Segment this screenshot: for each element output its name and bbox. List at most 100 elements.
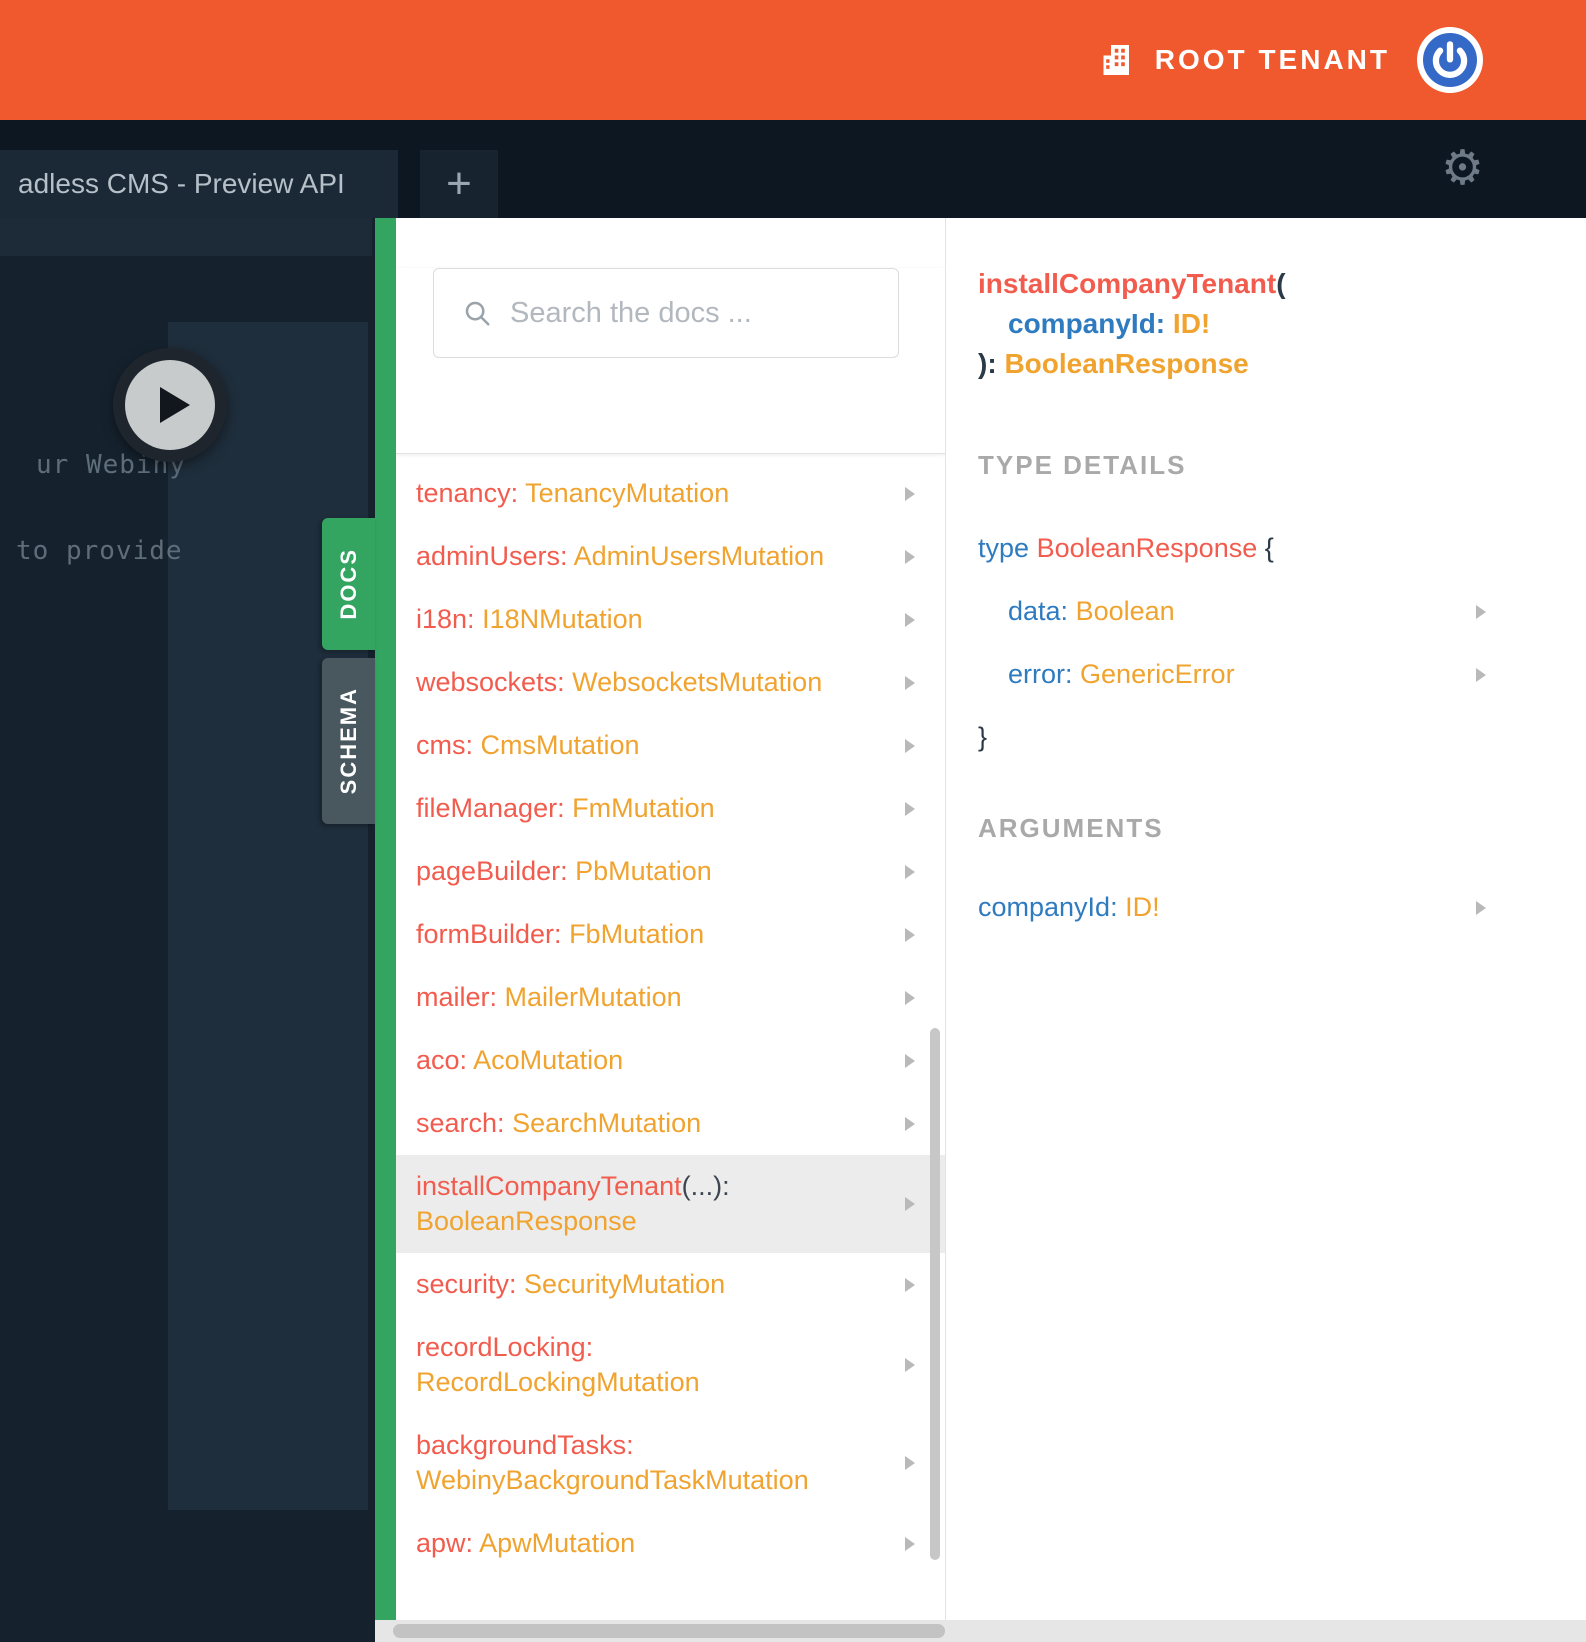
chevron-right-icon xyxy=(905,1116,915,1131)
field-name: mailer: xyxy=(416,982,498,1012)
field-type: SearchMutation xyxy=(512,1108,702,1138)
editor-top-strip xyxy=(0,218,372,256)
argument-row[interactable]: companyId: ID! xyxy=(978,890,1586,925)
field-name: apw: xyxy=(416,1528,474,1558)
tab-headless-cms-preview-api[interactable]: adless CMS - Preview API xyxy=(0,150,398,218)
docs-field-row[interactable]: backgroundTasks: WebinyBackgroundTaskMut… xyxy=(396,1414,945,1512)
field-type: FbMutation xyxy=(569,919,705,949)
docs-vertical-scrollbar[interactable] xyxy=(930,1028,940,1560)
docs-field-row[interactable]: tenancy: TenancyMutation xyxy=(396,462,945,525)
docs-field-row[interactable]: mailer: MailerMutation xyxy=(396,966,945,1029)
execute-query-button[interactable] xyxy=(113,348,227,462)
building-icon xyxy=(1103,45,1129,75)
schema-tab-label: SCHEMA xyxy=(335,687,361,795)
docs-search-section xyxy=(396,268,945,454)
type-field-row[interactable]: data: Boolean xyxy=(978,594,1586,629)
chevron-right-icon xyxy=(905,1197,915,1211)
docs-field-row[interactable]: adminUsers: AdminUsersMutation xyxy=(396,525,945,588)
field-type: AcoMutation xyxy=(473,1045,624,1075)
field-detail-panel: installCompanyTenant( companyId: ID! ): … xyxy=(945,218,1586,1642)
field-type: AdminUsersMutation xyxy=(573,541,825,571)
docs-tab-label: DOCS xyxy=(335,548,361,620)
field-type: MailerMutation xyxy=(504,982,682,1012)
docs-side-tab[interactable]: DOCS xyxy=(322,518,375,650)
docs-field-row[interactable]: cms: CmsMutation xyxy=(396,714,945,777)
play-button-face xyxy=(125,360,215,450)
docs-panel-accent-strip xyxy=(375,218,396,1642)
docs-field-row[interactable]: security: SecurityMutation xyxy=(396,1253,945,1316)
argument-name: companyId: xyxy=(978,892,1118,922)
chevron-right-icon xyxy=(905,801,915,816)
field-name: backgroundTasks: xyxy=(416,1430,634,1460)
field-signature: installCompanyTenant( companyId: ID! ): … xyxy=(978,264,1586,384)
docs-field-row[interactable]: formBuilder: FbMutation xyxy=(396,903,945,966)
chevron-right-icon xyxy=(905,1536,915,1551)
power-logo-icon[interactable] xyxy=(1414,24,1486,96)
schema-side-tab[interactable]: SCHEMA xyxy=(322,658,375,824)
docs-field-row[interactable]: apw: ApwMutation xyxy=(396,1512,945,1575)
close-brace-line: } xyxy=(978,720,1586,755)
search-icon xyxy=(465,301,490,326)
field-type: ApwMutation xyxy=(479,1528,636,1558)
field-name: formBuilder: xyxy=(416,919,562,949)
type-field-type: GenericError xyxy=(1080,659,1235,689)
tenant-selector[interactable]: ROOT TENANT xyxy=(1099,42,1414,78)
signature-open-paren: ( xyxy=(1276,268,1286,299)
field-name: pageBuilder: xyxy=(416,856,568,886)
signature-arg-type: ID! xyxy=(1172,308,1211,339)
close-brace: } xyxy=(978,722,988,752)
type-field-name: error: xyxy=(1008,659,1073,689)
docs-field-row[interactable]: i18n: I18NMutation xyxy=(396,588,945,651)
docs-explorer-panel: tenancy: TenancyMutation adminUsers: Adm… xyxy=(396,218,945,1642)
mutation-fields-list: tenancy: TenancyMutation adminUsers: Adm… xyxy=(396,454,945,1575)
chevron-right-icon xyxy=(1476,604,1486,619)
field-name: tenancy: xyxy=(416,478,519,508)
docs-field-row[interactable]: fileManager: FmMutation xyxy=(396,777,945,840)
docs-field-row[interactable]: aco: AcoMutation xyxy=(396,1029,945,1092)
chevron-right-icon xyxy=(905,1456,915,1470)
query-editor-pane: ur Webiny to provide xyxy=(0,218,388,1642)
field-type: WebinyBackgroundTaskMutation xyxy=(416,1465,809,1495)
playground-tab-bar: adless CMS - Preview API + xyxy=(0,120,1586,218)
docs-search-box[interactable] xyxy=(433,268,899,358)
settings-gear-icon[interactable]: ⚙ xyxy=(1441,144,1484,192)
docs-search-input[interactable] xyxy=(510,296,898,330)
new-tab-button[interactable]: + xyxy=(420,150,498,218)
field-name: recordLocking: xyxy=(416,1332,594,1362)
chevron-right-icon xyxy=(905,612,915,627)
docs-field-row[interactable]: search: SearchMutation xyxy=(396,1092,945,1155)
chevron-right-icon xyxy=(905,486,915,501)
chevron-right-icon xyxy=(905,864,915,879)
signature-return-type: BooleanResponse xyxy=(1004,348,1249,379)
chevron-right-icon xyxy=(905,1358,915,1372)
chevron-right-icon xyxy=(905,990,915,1005)
field-name: websockets: xyxy=(416,667,565,697)
signature-arg-name: companyId: xyxy=(1008,308,1166,339)
field-name: installCompanyTenant xyxy=(416,1171,682,1201)
field-name: aco: xyxy=(416,1045,468,1075)
field-type: RecordLockingMutation xyxy=(416,1367,700,1397)
field-name: i18n: xyxy=(416,604,475,634)
chevron-right-icon xyxy=(905,927,915,942)
docs-field-row[interactable]: websockets: WebsocketsMutation xyxy=(396,651,945,714)
type-field-row[interactable]: error: GenericError xyxy=(978,657,1586,692)
field-type: WebsocketsMutation xyxy=(572,667,823,697)
signature-close-paren: ): xyxy=(978,348,997,379)
plus-icon: + xyxy=(446,159,472,208)
docs-field-row-selected[interactable]: installCompanyTenant(...): BooleanRespon… xyxy=(396,1155,945,1253)
field-name: adminUsers: xyxy=(416,541,568,571)
docs-field-row[interactable]: pageBuilder: PbMutation xyxy=(396,840,945,903)
chevron-right-icon xyxy=(905,1053,915,1068)
field-type: TenancyMutation xyxy=(525,478,730,508)
field-name: fileManager: xyxy=(416,793,565,823)
type-name-link[interactable]: BooleanResponse xyxy=(1037,533,1258,563)
docs-field-row[interactable]: recordLocking: RecordLockingMutation xyxy=(396,1316,945,1414)
type-field-type: Boolean xyxy=(1075,596,1175,626)
field-name: search: xyxy=(416,1108,505,1138)
app-header: ROOT TENANT xyxy=(0,0,1586,120)
signature-line-3: ): BooleanResponse xyxy=(978,344,1586,384)
editor-code-fragment: to provide xyxy=(16,536,183,566)
field-type: PbMutation xyxy=(575,856,712,886)
horizontal-scrollbar-thumb[interactable] xyxy=(393,1624,945,1638)
field-type: FmMutation xyxy=(572,793,715,823)
